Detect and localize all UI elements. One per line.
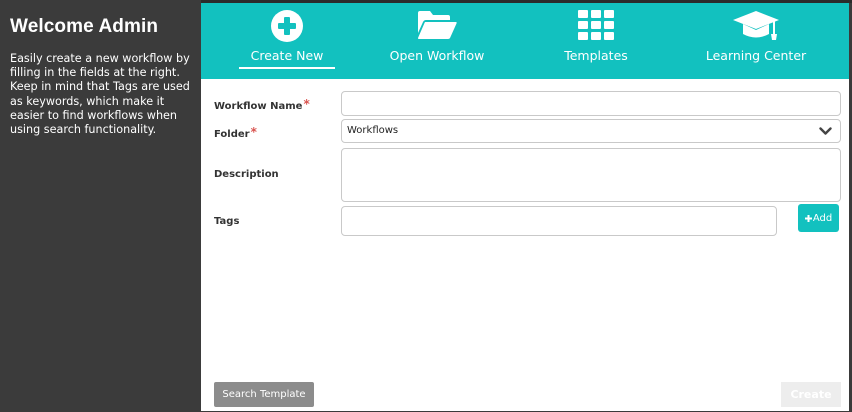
tags-label: Tags — [214, 216, 240, 227]
plus-icon — [804, 214, 812, 222]
search-template-label: Search Template — [222, 389, 306, 400]
tab-templates-label: Templates — [564, 48, 628, 63]
plus-circle-icon — [271, 10, 303, 42]
tab-open-workflow-label: Open Workflow — [389, 48, 485, 63]
description-textarea[interactable] — [341, 148, 841, 202]
top-navigation: Create New Open Workflow Templates Learn… — [201, 3, 849, 79]
chevron-down-icon — [819, 127, 832, 135]
tab-learning-center[interactable]: Learning Center — [701, 3, 811, 79]
workflow-name-label: Workflow Name* — [214, 97, 310, 112]
active-tab-indicator — [239, 67, 335, 69]
tab-templates[interactable]: Templates — [546, 3, 646, 79]
sidebar-description: Easily create a new workflow by filling … — [10, 52, 190, 137]
required-marker: * — [303, 97, 310, 111]
workflow-name-input[interactable] — [341, 91, 841, 116]
folder-label: Folder* — [214, 125, 257, 140]
add-tag-button[interactable]: Add — [798, 204, 839, 232]
tab-open-workflow[interactable]: Open Workflow — [387, 3, 487, 79]
tab-learning-center-label: Learning Center — [705, 48, 807, 63]
folder-open-icon — [417, 11, 457, 39]
description-label: Description — [214, 169, 279, 180]
tags-input[interactable] — [341, 206, 777, 236]
create-label: Create — [790, 388, 832, 401]
main-panel: Create New Open Workflow Templates Learn… — [201, 3, 849, 411]
add-tag-label: Add — [812, 212, 833, 224]
folder-select[interactable]: Workflows — [341, 119, 841, 143]
folder-select-value: Workflows — [347, 125, 399, 136]
grid-icon — [578, 10, 614, 40]
tab-create-new[interactable]: Create New — [239, 3, 335, 79]
search-template-button[interactable]: Search Template — [214, 382, 314, 407]
required-marker: * — [250, 125, 257, 139]
graduation-cap-icon — [733, 11, 779, 40]
sidebar: Welcome Admin Easily create a new workfl… — [0, 0, 201, 412]
tab-create-new-label: Create New — [250, 48, 324, 63]
create-button[interactable]: Create — [781, 382, 841, 407]
sidebar-title: Welcome Admin — [10, 16, 159, 37]
